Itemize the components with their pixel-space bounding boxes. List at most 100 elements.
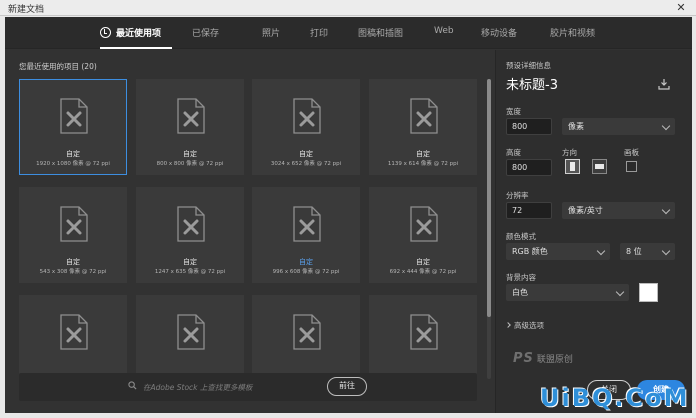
artboard-checkbox[interactable]	[626, 161, 637, 172]
window-close-button[interactable]: ✕	[672, 1, 690, 14]
document-icon	[177, 206, 205, 242]
width-unit-select[interactable]: 像素	[562, 118, 675, 135]
background-color-swatch[interactable]	[639, 283, 658, 302]
psahz-watermark-text: 联盟原创	[536, 355, 573, 365]
document-icon	[410, 314, 438, 350]
tab-photo[interactable]: 照片	[262, 26, 280, 39]
recent-item-card[interactable]: 自定 1247 x 635 像素 @ 72 ppi	[136, 187, 244, 283]
recent-item-name: 自定	[416, 150, 430, 158]
artboard-label: 画板	[624, 148, 639, 157]
background-value: 白色	[512, 288, 528, 297]
background-select[interactable]: 白色	[506, 284, 629, 301]
recent-item-card[interactable]: 自定 3024 x 652 像素 @ 72 ppi	[252, 79, 360, 175]
chevron-down-icon	[596, 246, 606, 256]
width-unit-value: 像素	[568, 122, 584, 131]
landscape-orientation-button[interactable]	[592, 159, 607, 174]
new-document-dialog: 最近使用项 已保存 照片 打印 图稿和插图 Web 移动设备 胶片和视频 您最近…	[5, 17, 692, 413]
recent-item-size: 1247 x 635 像素 @ 72 ppi	[154, 269, 226, 275]
advanced-options-label: 高级选项	[514, 321, 544, 330]
recent-item-size: 996 x 608 像素 @ 72 ppi	[272, 269, 340, 275]
recent-item-card[interactable]: 自定 800 x 800 像素 @ 72 ppi	[136, 79, 244, 175]
stock-search-input[interactable]: 在Adobe Stock 上查找更多模板	[143, 382, 252, 393]
document-name-field[interactable]: 未标题-3	[506, 74, 558, 93]
document-icon	[177, 98, 205, 134]
tab-mobile[interactable]: 移动设备	[481, 26, 517, 39]
document-icon	[293, 98, 321, 134]
advanced-options-toggle[interactable]: 高级选项	[505, 320, 544, 331]
chevron-right-icon	[505, 322, 511, 328]
search-icon	[128, 381, 137, 390]
color-mode-select[interactable]: RGB 颜色	[506, 243, 610, 260]
portrait-orientation-button[interactable]	[565, 159, 580, 174]
recent-item-size: 800 x 800 像素 @ 72 ppi	[156, 161, 224, 167]
chevron-down-icon	[661, 205, 671, 215]
document-icon	[293, 206, 321, 242]
bit-depth-value: 8 位	[626, 247, 642, 256]
window-title: 新建文档	[8, 5, 45, 15]
window-titlebar: 新建文档 ✕	[0, 0, 696, 16]
chevron-down-icon	[615, 287, 625, 297]
landscape-icon	[595, 164, 604, 169]
document-icon	[60, 206, 88, 242]
document-icon	[60, 98, 88, 134]
recent-item-card[interactable]: 自定 692 x 444 像素 @ 72 ppi	[369, 187, 477, 283]
preset-tab-bar: 最近使用项 已保存 照片 打印 图稿和插图 Web 移动设备 胶片和视频	[5, 17, 692, 49]
recent-item-card[interactable]: 自定 543 x 308 像素 @ 72 ppi	[19, 187, 127, 283]
active-tab-indicator	[100, 47, 172, 49]
resolution-unit-value: 像素/英寸	[568, 206, 603, 215]
psahz-watermark-mark: PS	[513, 351, 534, 366]
recent-items-title: 您最近使用的项目 (20)	[19, 62, 97, 71]
scrollbar-thumb[interactable]	[487, 79, 491, 317]
tab-film-video[interactable]: 胶片和视频	[550, 26, 595, 39]
preset-details-title: 预设详细信息	[506, 61, 551, 70]
width-label: 宽度	[506, 107, 521, 116]
recent-item-card[interactable]: 自定 996 x 608 像素 @ 72 ppi	[252, 187, 360, 283]
psahz-watermark: PS 联盟原创	[513, 351, 573, 366]
recent-item-size: 1139 x 614 像素 @ 72 ppi	[387, 161, 459, 167]
document-icon	[293, 314, 321, 350]
document-icon	[177, 314, 205, 350]
resolution-unit-select[interactable]: 像素/英寸	[562, 202, 675, 219]
recent-item-name: 自定	[299, 258, 313, 266]
tab-art-illustration[interactable]: 图稿和插图	[358, 26, 403, 39]
chevron-down-icon	[661, 246, 671, 256]
color-mode-label: 颜色模式	[506, 232, 536, 241]
recent-item-card[interactable]: 自定 1139 x 614 像素 @ 72 ppi	[369, 79, 477, 175]
uibq-watermark: UiBQ.CoM	[540, 384, 690, 412]
height-label: 高度	[506, 148, 521, 157]
resolution-input[interactable]: 72	[506, 202, 552, 219]
stock-go-button[interactable]: 前往	[327, 377, 367, 396]
tab-recent-label: 最近使用项	[116, 29, 162, 39]
recent-item-name: 自定	[183, 258, 197, 266]
recent-item-name: 自定	[66, 258, 80, 266]
recent-item-size: 3024 x 652 像素 @ 72 ppi	[270, 161, 342, 167]
adobe-stock-search-bar: 在Adobe Stock 上查找更多模板 前往	[19, 373, 477, 401]
chevron-down-icon	[661, 121, 671, 131]
orientation-label: 方向	[562, 148, 577, 157]
recent-item-size: 692 x 444 像素 @ 72 ppi	[389, 269, 457, 275]
background-label: 背景内容	[506, 273, 536, 282]
recent-item-name: 自定	[299, 150, 313, 158]
document-icon	[60, 314, 88, 350]
height-input[interactable]: 800	[506, 159, 552, 176]
save-preset-icon[interactable]	[658, 78, 670, 90]
portrait-icon	[570, 162, 575, 171]
clock-icon	[100, 27, 111, 38]
width-input[interactable]: 800	[506, 118, 552, 135]
recent-item-name: 自定	[416, 258, 430, 266]
tab-web[interactable]: Web	[434, 26, 454, 36]
tab-print[interactable]: 打印	[310, 26, 328, 39]
tab-recent[interactable]: 最近使用项	[100, 26, 161, 39]
resolution-label: 分辨率	[506, 191, 529, 200]
recent-items-grid: 自定 1920 x 1080 像素 @ 72 ppi 自定 800 x 800 …	[19, 79, 484, 387]
tab-saved[interactable]: 已保存	[192, 26, 219, 39]
recent-item-size: 1920 x 1080 像素 @ 72 ppi	[36, 161, 110, 167]
recent-item-card[interactable]: 自定 1920 x 1080 像素 @ 72 ppi	[19, 79, 127, 175]
recent-item-size: 543 x 308 像素 @ 72 ppi	[39, 269, 107, 275]
recent-item-name: 自定	[183, 150, 197, 158]
bit-depth-select[interactable]: 8 位	[620, 243, 675, 260]
recent-scrollbar[interactable]	[487, 79, 491, 379]
document-icon	[410, 206, 438, 242]
document-icon	[410, 98, 438, 134]
color-mode-value: RGB 颜色	[512, 247, 548, 256]
